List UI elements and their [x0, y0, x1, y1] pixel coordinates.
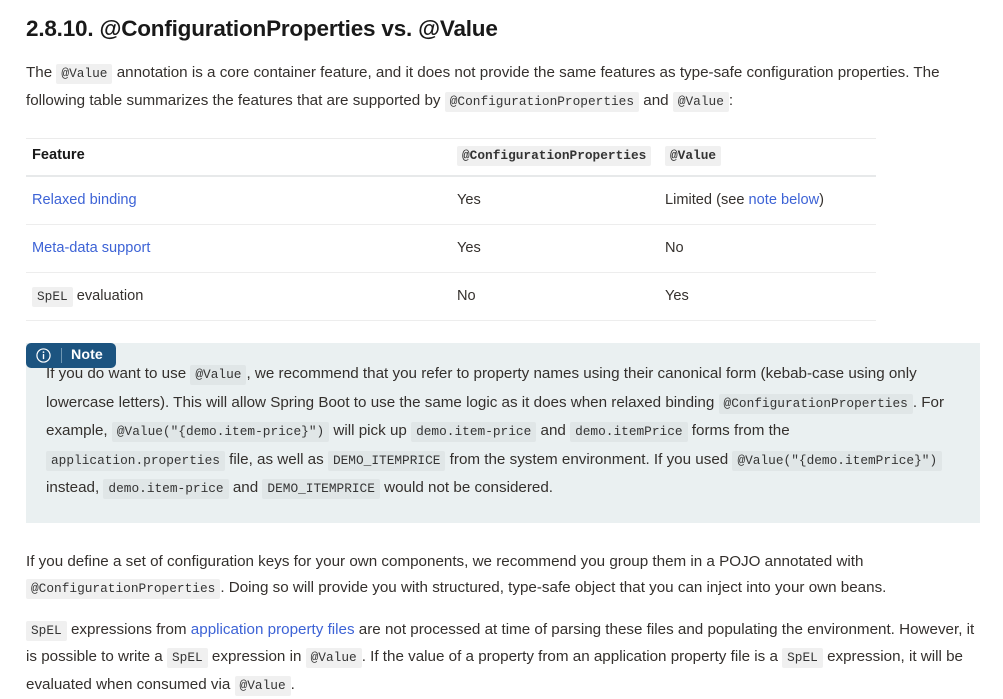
intro-text-4: : [729, 92, 733, 109]
table-header-row: Feature @ConfigurationProperties @Value [26, 139, 876, 177]
cell-configuration-properties: No [451, 273, 659, 321]
code-span-spel: SpEL [26, 621, 67, 641]
code-span-demo-itemprice-env: DEMO_ITEMPRICE [328, 451, 446, 471]
code-span-demo-item-price: demo.item-price [411, 422, 536, 442]
intro-text-1: The [26, 64, 56, 81]
code-span-spel-2: SpEL [167, 648, 208, 668]
tail2-text-6: . [291, 676, 295, 693]
intro-text-3: and [639, 92, 673, 109]
cell-feature: Meta-data support [26, 225, 451, 273]
intro-paragraph: The @Value annotation is a core containe… [26, 44, 977, 115]
code-span-configuration-properties: @ConfigurationProperties [719, 394, 913, 414]
note-text-9: instead, [46, 479, 103, 496]
code-span-demo-itemprice-env-2: DEMO_ITEMPRICE [262, 479, 380, 499]
code-span-value-itemprice: @Value("{demo.itemPrice}") [732, 451, 942, 471]
table-header: Feature @ConfigurationProperties @Value [26, 139, 876, 177]
cell-value-suffix: ) [819, 192, 824, 208]
cell-value: Yes [659, 273, 876, 321]
table-row: Meta-data support Yes No [26, 225, 876, 273]
feature-comparison-table: Feature @ConfigurationProperties @Value … [26, 138, 876, 321]
link-meta-data-support[interactable]: Meta-data support [32, 240, 150, 256]
column-header-value: @Value [659, 139, 876, 177]
column-header-feature: Feature [26, 139, 451, 177]
tail-paragraph-2: SpEL expressions from application proper… [26, 603, 977, 699]
note-paragraph: If you do want to use @Value, we recomme… [46, 360, 956, 503]
code-span-demo-itemprice: demo.itemPrice [570, 422, 688, 442]
note-text-11: would not be considered. [380, 479, 553, 496]
code-span-configuration-properties: @ConfigurationProperties [26, 579, 220, 599]
cell-feature-text: evaluation [73, 288, 144, 304]
code-span-header-configuration-properties: @ConfigurationProperties [457, 146, 651, 166]
note-body: If you do want to use @Value, we recomme… [26, 343, 980, 523]
cell-value-prefix: Limited (see [665, 192, 749, 208]
tail2-text-1: expressions from [67, 621, 191, 638]
note-admonition: Note If you do want to use @Value, we re… [26, 343, 980, 523]
tail-paragraph-1: If you define a set of configuration key… [26, 523, 977, 603]
code-span-value-item-price: @Value("{demo.item-price}") [112, 422, 329, 442]
cell-configuration-properties: Yes [451, 225, 659, 273]
note-text-8: from the system environment. If you used [445, 451, 732, 468]
table-body: Relaxed binding Yes Limited (see note be… [26, 176, 876, 321]
note-text-4: will pick up [329, 422, 411, 439]
table-row: SpEL evaluation No Yes [26, 273, 876, 321]
column-header-configuration-properties: @ConfigurationProperties [451, 139, 659, 177]
documentation-page: 2.8.10. @ConfigurationProperties vs. @Va… [0, 0, 1003, 688]
code-span-spel: SpEL [32, 287, 73, 307]
note-text-10: and [229, 479, 263, 496]
link-application-property-files[interactable]: application property files [191, 621, 355, 638]
tail1-text-2: . Doing so will provide you with structu… [220, 579, 886, 596]
note-badge: Note [26, 343, 116, 368]
info-circle-icon [36, 348, 51, 363]
code-span-demo-item-price-2: demo.item-price [103, 479, 228, 499]
link-relaxed-binding[interactable]: Relaxed binding [32, 192, 137, 208]
table-row: Relaxed binding Yes Limited (see note be… [26, 176, 876, 225]
tail2-text-4: . If the value of a property from an app… [362, 648, 782, 665]
cell-value: Limited (see note below) [659, 176, 876, 225]
code-span-header-value: @Value [665, 146, 721, 166]
page-title: 2.8.10. @ConfigurationProperties vs. @Va… [26, 0, 977, 44]
code-span-value: @Value [190, 365, 246, 385]
badge-divider [61, 348, 62, 363]
note-text-5: and [536, 422, 570, 439]
note-text-7: file, as well as [225, 451, 328, 468]
cell-feature: Relaxed binding [26, 176, 451, 225]
code-span-value-2: @Value [235, 676, 291, 696]
code-span-configuration-properties: @ConfigurationProperties [445, 92, 639, 112]
tail2-text-3: expression in [208, 648, 306, 665]
code-span-value: @Value [56, 64, 112, 84]
cell-value: No [659, 225, 876, 273]
code-span-application-properties: application.properties [46, 451, 225, 471]
note-badge-label: Note [71, 348, 103, 362]
cell-feature: SpEL evaluation [26, 273, 451, 321]
note-text-6: forms from the [688, 422, 790, 439]
tail1-text-1: If you define a set of configuration key… [26, 553, 863, 570]
code-span-value: @Value [306, 648, 362, 668]
link-note-below[interactable]: note below [749, 192, 820, 208]
cell-configuration-properties: Yes [451, 176, 659, 225]
code-span-value-2: @Value [673, 92, 729, 112]
code-span-spel-3: SpEL [782, 648, 823, 668]
